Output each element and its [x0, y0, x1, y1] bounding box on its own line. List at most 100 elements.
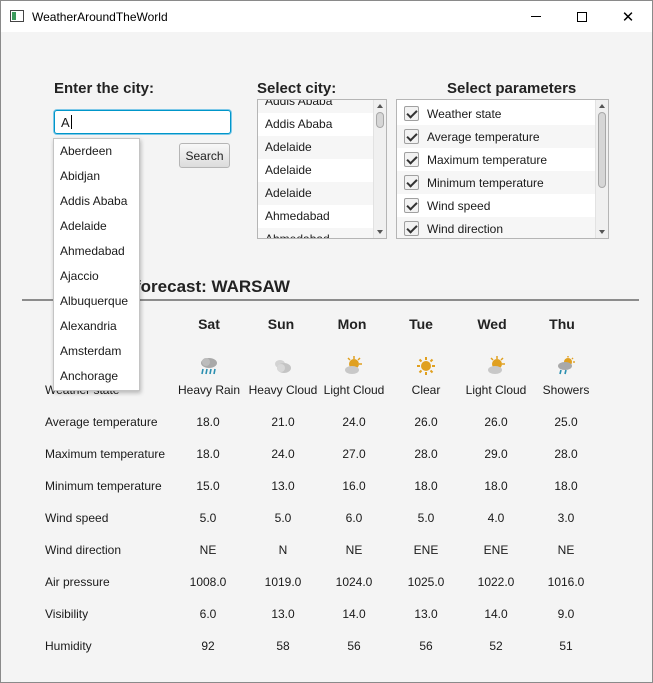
autocomplete-option[interactable]: Amsterdam	[54, 339, 139, 364]
day-header: Sat	[198, 316, 220, 332]
maximize-icon	[577, 11, 587, 22]
row-label: Average temperature	[45, 415, 158, 429]
value-cell: 26.0	[484, 415, 508, 429]
value-cell: ENE	[413, 543, 439, 557]
condition-cell: Showers	[542, 383, 590, 397]
value-cell: 9.0	[557, 607, 575, 621]
autocomplete-option[interactable]: Ahmedabad	[54, 239, 139, 264]
city-list-item[interactable]: Ahmedabad	[258, 228, 374, 238]
value-cell: 6.0	[199, 607, 217, 621]
value-cell: 1025.0	[407, 575, 445, 589]
value-cell: 18.0	[414, 479, 438, 493]
parameter-label: Maximum temperature	[427, 152, 548, 167]
row-label: Minimum temperature	[45, 479, 162, 493]
scroll-up-icon[interactable]	[599, 104, 605, 108]
value-cell: NE	[345, 543, 363, 557]
value-cell: 5.0	[417, 511, 435, 525]
day-header: Wed	[477, 316, 507, 332]
city-list-scrollbar[interactable]	[373, 100, 386, 238]
search-button[interactable]: Search	[179, 143, 230, 168]
autocomplete-option[interactable]: Albuquerque	[54, 289, 139, 314]
scroll-down-icon[interactable]	[377, 230, 383, 234]
row-label: Air pressure	[45, 575, 110, 589]
parameter-item[interactable]: Average temperature	[397, 125, 596, 148]
autocomplete-option[interactable]: Aberdeen	[54, 139, 139, 164]
value-cell: 13.0	[414, 607, 438, 621]
maximize-button[interactable]	[559, 1, 605, 32]
value-cell: 5.0	[274, 511, 292, 525]
autocomplete-option[interactable]: Addis Ababa	[54, 189, 139, 214]
value-cell: 18.0	[196, 447, 220, 461]
value-cell: 24.0	[271, 447, 295, 461]
checkbox-checked-icon[interactable]	[404, 106, 419, 121]
value-cell: 26.0	[414, 415, 438, 429]
scroll-up-icon[interactable]	[377, 104, 383, 108]
parameter-label: Wind direction	[427, 221, 504, 236]
title-bar[interactable]: WeatherAroundTheWorld ✕	[1, 1, 652, 32]
value-cell: 25.0	[554, 415, 578, 429]
parameter-item[interactable]: Minimum temperature	[397, 171, 596, 194]
city-list-item[interactable]: Ahmedabad	[258, 205, 374, 228]
parameter-list[interactable]: Weather state Average temperature Maximu…	[396, 99, 609, 239]
enter-city-heading: Enter the city:	[54, 80, 155, 97]
sun-icon	[417, 357, 435, 375]
parameter-label: Weather state	[427, 106, 502, 121]
close-button[interactable]: ✕	[605, 1, 651, 32]
parameter-list-scrollbar[interactable]	[595, 100, 608, 238]
value-cell: 18.0	[196, 415, 220, 429]
value-cell: 5.0	[199, 511, 217, 525]
value-cell: 92	[201, 639, 215, 653]
select-city-heading: Select city:	[257, 80, 337, 97]
value-cell: 28.0	[414, 447, 438, 461]
parameter-item[interactable]: Wind speed	[397, 194, 596, 217]
value-cell: 15.0	[196, 479, 220, 493]
parameter-item[interactable]: Weather state	[397, 102, 596, 125]
checkbox-checked-icon[interactable]	[404, 175, 419, 190]
autocomplete-option[interactable]: Abidjan	[54, 164, 139, 189]
row-label: Maximum temperature	[45, 447, 166, 461]
autocomplete-option[interactable]: Anchorage	[54, 364, 139, 389]
city-list-item[interactable]: Addis Ababa	[258, 113, 374, 136]
autocomplete-option[interactable]: Adelaide	[54, 214, 139, 239]
value-cell: 18.0	[554, 479, 578, 493]
app-icon	[10, 10, 24, 22]
close-icon: ✕	[621, 8, 635, 26]
value-cell: 1024.0	[335, 575, 373, 589]
value-cell: 1019.0	[264, 575, 302, 589]
heavy-rain-icon	[201, 358, 217, 375]
city-list-item[interactable]: Adelaide	[258, 159, 374, 182]
showers-icon	[558, 356, 575, 375]
value-cell: 13.0	[271, 479, 295, 493]
select-parameters-heading: Select parameters	[447, 80, 577, 97]
city-search-input[interactable]: A	[54, 110, 231, 134]
autocomplete-option[interactable]: Alexandria	[54, 314, 139, 339]
value-cell: 21.0	[271, 415, 295, 429]
city-list-item[interactable]: Adelaide	[258, 136, 374, 159]
value-cell: ENE	[483, 543, 509, 557]
city-list-item[interactable]: Adelaide	[258, 182, 374, 205]
parameter-item[interactable]: Wind direction	[397, 217, 596, 238]
checkbox-checked-icon[interactable]	[404, 129, 419, 144]
checkbox-checked-icon[interactable]	[404, 221, 419, 236]
value-cell: 56	[419, 639, 433, 653]
checkbox-checked-icon[interactable]	[404, 152, 419, 167]
city-autocomplete-dropdown[interactable]: Aberdeen Abidjan Addis Ababa Adelaide Ah…	[53, 138, 140, 391]
scroll-thumb[interactable]	[376, 112, 384, 128]
city-input-value: A	[61, 115, 70, 130]
scroll-thumb[interactable]	[598, 112, 606, 188]
city-list[interactable]: Addis Ababa Addis Ababa Adelaide Adelaid…	[257, 99, 387, 239]
row-label: Visibility	[45, 607, 89, 621]
day-header: Tue	[409, 316, 433, 332]
minimize-button[interactable]	[513, 1, 559, 32]
value-cell: 51	[559, 639, 573, 653]
city-list-item[interactable]: Addis Ababa	[258, 100, 374, 113]
value-cell: 24.0	[342, 415, 366, 429]
value-cell: 29.0	[484, 447, 508, 461]
checkbox-checked-icon[interactable]	[404, 198, 419, 213]
value-cell: 58	[276, 639, 290, 653]
scroll-down-icon[interactable]	[599, 230, 605, 234]
parameter-item[interactable]: Maximum temperature	[397, 148, 596, 171]
autocomplete-option[interactable]: Ajaccio	[54, 264, 139, 289]
value-cell: 56	[347, 639, 361, 653]
value-cell: 1008.0	[189, 575, 227, 589]
